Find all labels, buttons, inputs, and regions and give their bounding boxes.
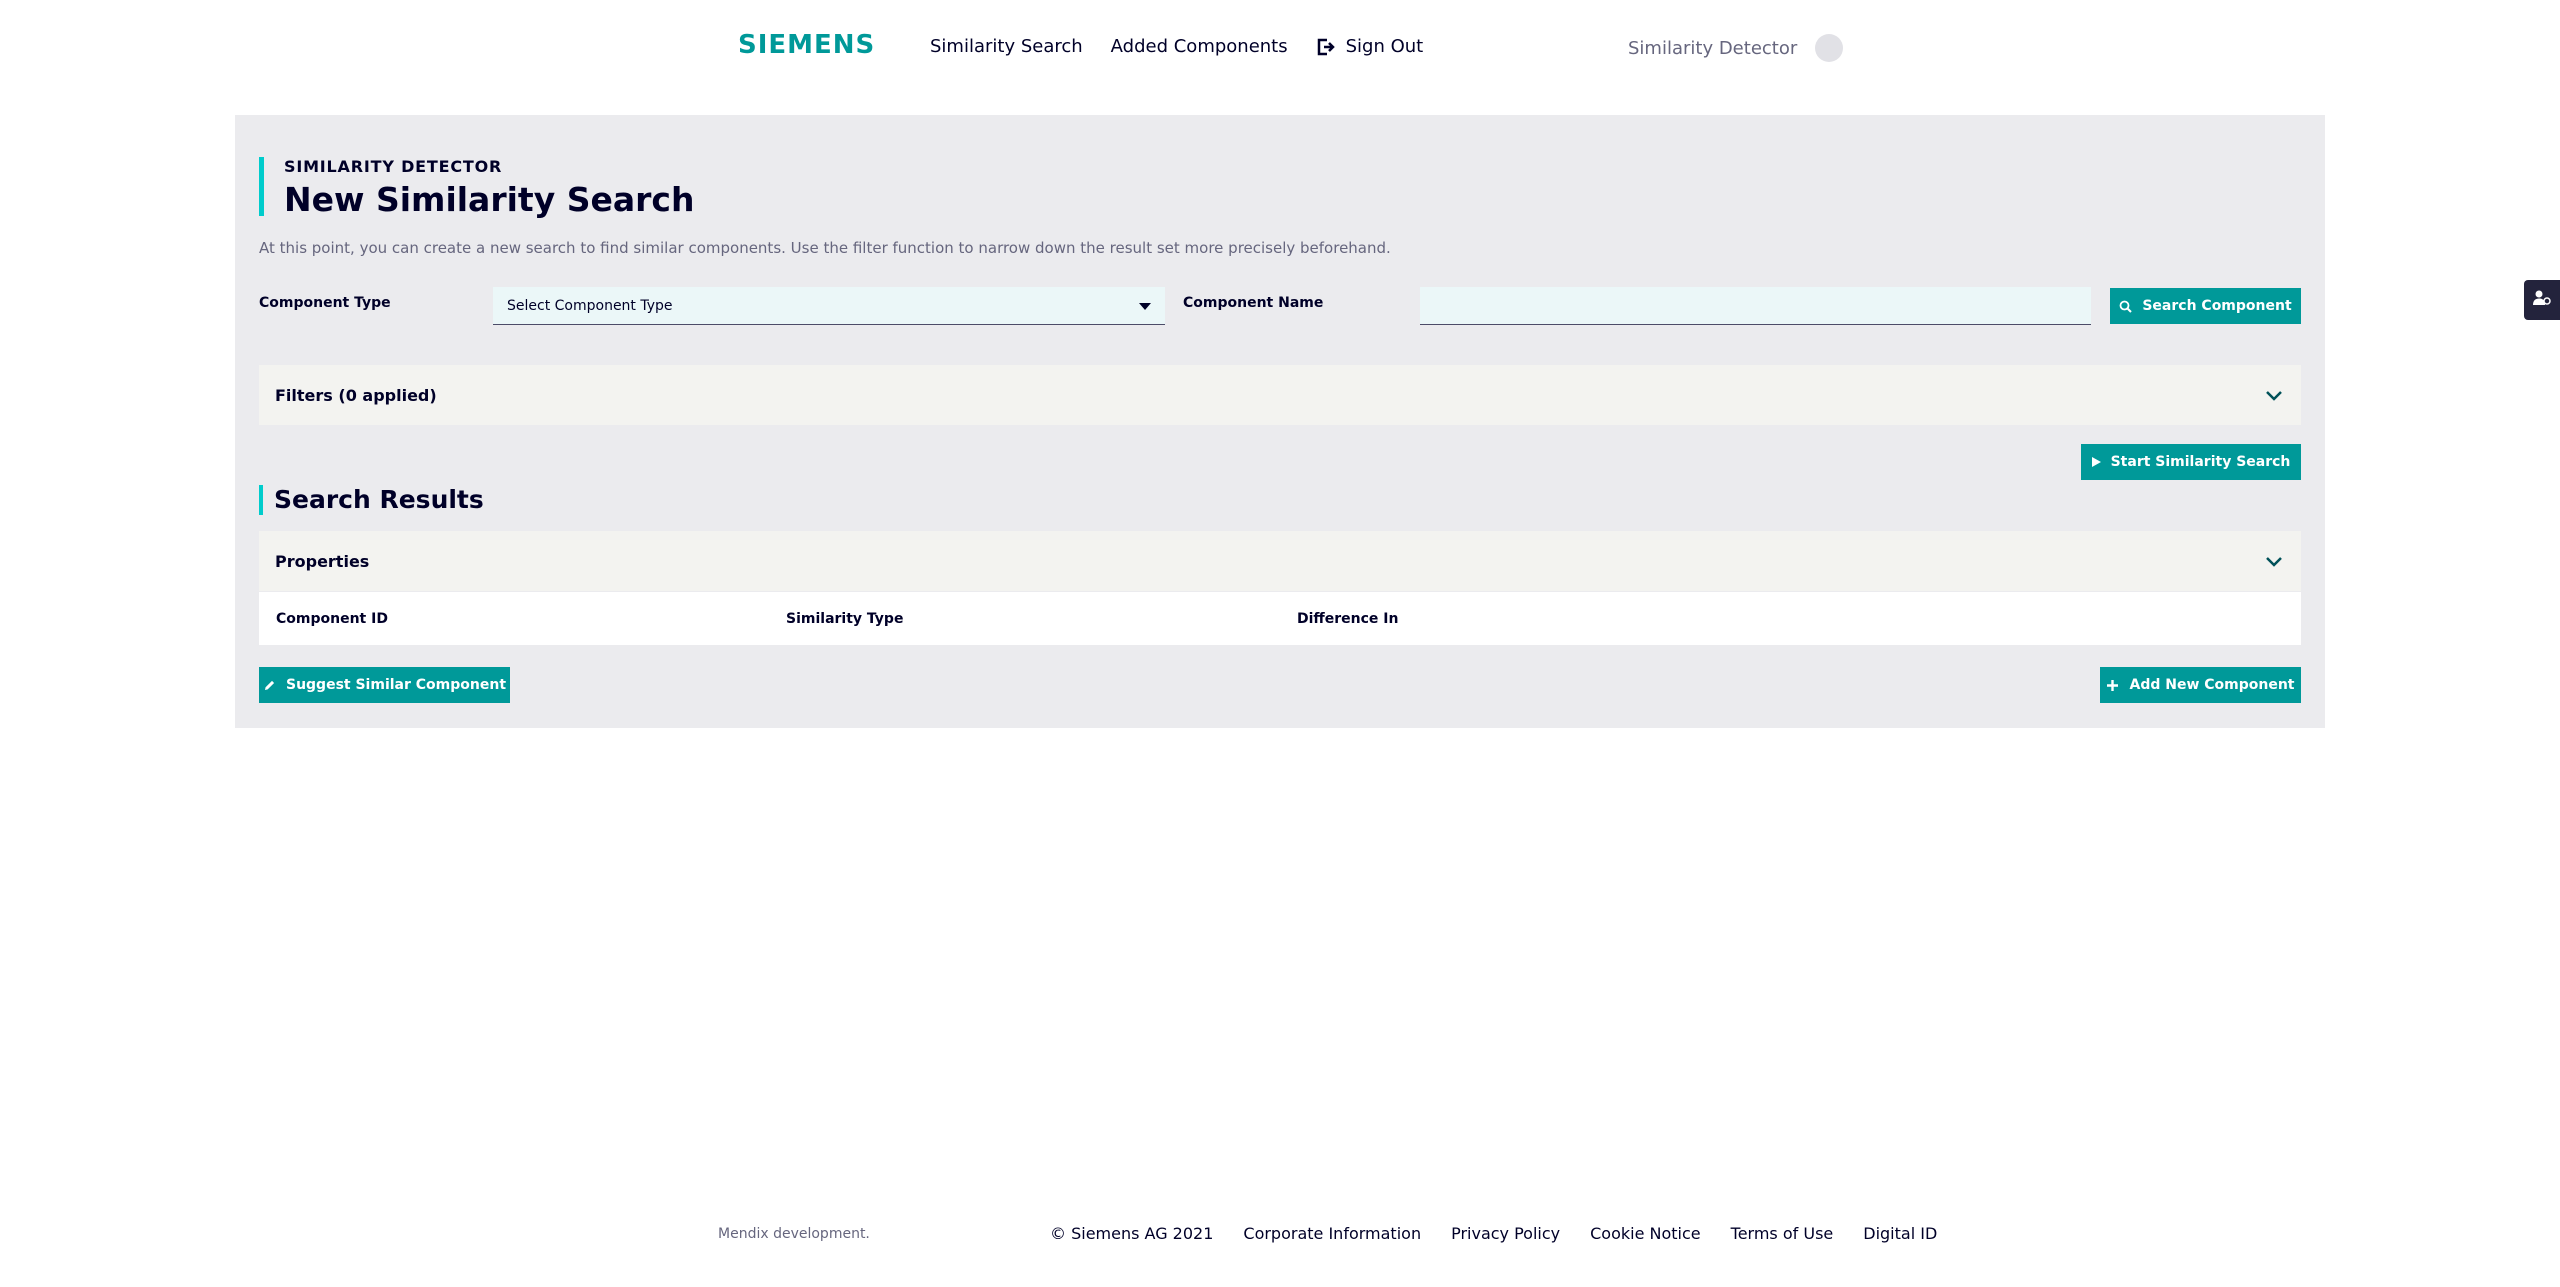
- results-table-header: Component ID Similarity Type Difference …: [259, 591, 2301, 645]
- footer-links: © Siemens AG 2021 Corporate Information …: [1050, 1224, 1937, 1243]
- add-new-component-label: Add New Component: [2129, 677, 2295, 693]
- component-type-value: Select Component Type: [507, 298, 673, 314]
- intro-text: At this point, you can create a new sear…: [259, 239, 1391, 257]
- page-title: New Similarity Search: [284, 180, 695, 219]
- title-block: SIMILARITY DETECTOR New Similarity Searc…: [259, 157, 695, 219]
- footer-note: Mendix development.: [718, 1226, 870, 1242]
- column-similarity-type[interactable]: Similarity Type: [786, 611, 903, 627]
- column-difference-in[interactable]: Difference In: [1297, 611, 1398, 627]
- properties-label: Properties: [275, 551, 370, 571]
- nav-added-components[interactable]: Added Components: [1111, 36, 1288, 57]
- column-component-id[interactable]: Component ID: [276, 611, 388, 627]
- search-icon: [2119, 300, 2133, 313]
- main-nav: Similarity Search Added Components Sign …: [930, 36, 1423, 57]
- caret-down-icon: [1139, 303, 1151, 310]
- add-new-component-button[interactable]: Add New Component: [2100, 667, 2301, 703]
- search-row: Component Type Select Component Type Com…: [259, 285, 2301, 325]
- suggest-similar-component-label: Suggest Similar Component: [285, 677, 507, 693]
- footer-link-terms-of-use[interactable]: Terms of Use: [1731, 1224, 1834, 1243]
- plus-icon: [2106, 679, 2119, 692]
- chevron-down-icon: [2265, 387, 2283, 406]
- component-type-label: Component Type: [259, 295, 391, 311]
- chevron-down-icon: [2265, 553, 2283, 572]
- component-name-input[interactable]: [1420, 287, 2091, 325]
- footer-link-digital-id[interactable]: Digital ID: [1863, 1224, 1937, 1243]
- sign-out-label: Sign Out: [1345, 36, 1424, 57]
- start-similarity-search-button[interactable]: Start Similarity Search: [2081, 444, 2301, 480]
- nav-sign-out[interactable]: Sign Out: [1316, 36, 1424, 57]
- results-title: Search Results: [259, 485, 484, 515]
- footer-link-corporate-information[interactable]: Corporate Information: [1243, 1224, 1421, 1243]
- suggest-similar-component-button[interactable]: Suggest Similar Component: [259, 667, 510, 703]
- search-component-label: Search Component: [2142, 298, 2292, 314]
- avatar[interactable]: [1815, 34, 1844, 62]
- pencil-icon: [263, 679, 276, 692]
- siemens-logo[interactable]: SIEMENS: [738, 30, 875, 60]
- user-area[interactable]: Similarity Detector: [1628, 34, 1844, 62]
- user-name: Similarity Detector: [1628, 37, 1798, 59]
- filters-label: Filters (0 applied): [275, 385, 437, 405]
- start-similarity-search-label: Start Similarity Search: [2110, 454, 2291, 470]
- footer: Mendix development. © Siemens AG 2021 Co…: [0, 1210, 2560, 1250]
- footer-link-cookie-notice[interactable]: Cookie Notice: [1590, 1224, 1701, 1243]
- component-name-label: Component Name: [1183, 295, 1324, 311]
- properties-accordion[interactable]: Properties: [259, 531, 2301, 591]
- side-panel-tab[interactable]: [2524, 280, 2560, 320]
- nav-similarity-search[interactable]: Similarity Search: [930, 36, 1083, 57]
- top-header: SIEMENS Similarity Search Added Componen…: [0, 0, 2560, 100]
- component-type-select[interactable]: Select Component Type: [493, 287, 1165, 325]
- footer-link-privacy-policy[interactable]: Privacy Policy: [1451, 1224, 1560, 1243]
- search-component-button[interactable]: Search Component: [2110, 288, 2301, 324]
- footer-copyright: © Siemens AG 2021: [1050, 1224, 1214, 1243]
- play-icon: [2091, 457, 2101, 467]
- sign-out-icon: [1316, 38, 1336, 56]
- page: SIEMENS Similarity Search Added Componen…: [0, 0, 2560, 1287]
- user-support-icon: [2532, 289, 2552, 311]
- page-eyebrow: SIMILARITY DETECTOR: [284, 157, 503, 176]
- filters-accordion[interactable]: Filters (0 applied): [259, 365, 2301, 425]
- search-card: SIMILARITY DETECTOR New Similarity Searc…: [235, 115, 2325, 728]
